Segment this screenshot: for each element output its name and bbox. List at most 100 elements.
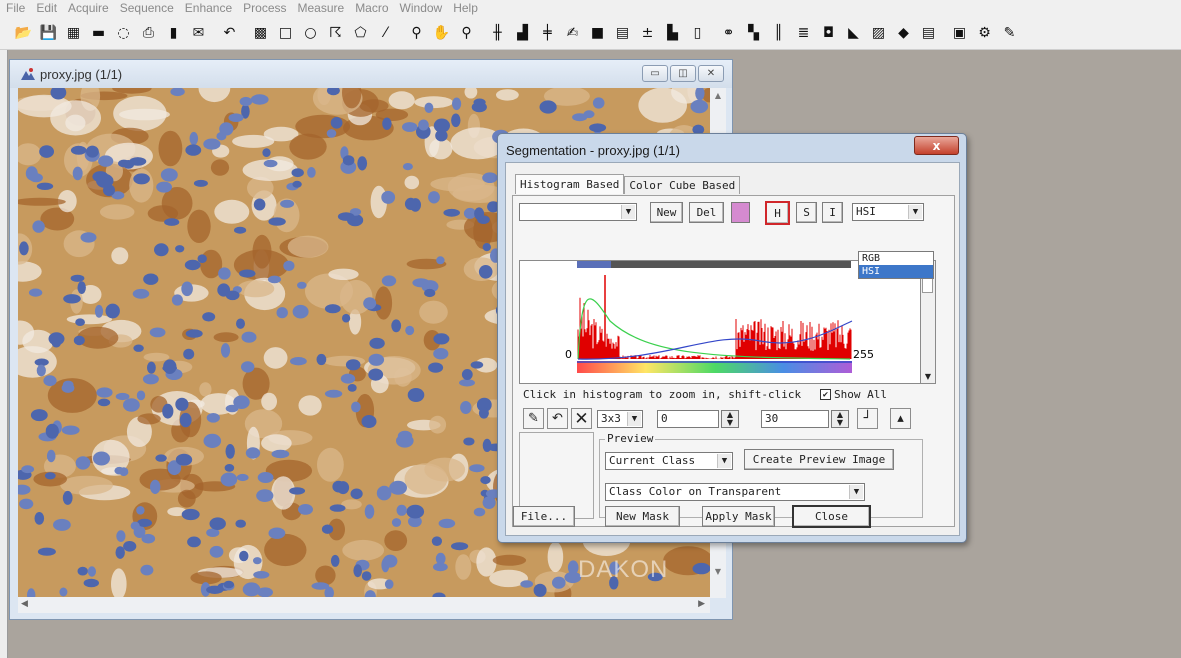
text-align-icon[interactable]: ≣ xyxy=(792,21,815,44)
histogram-max-label: 255 xyxy=(853,348,874,361)
menu-enhance[interactable]: Enhance xyxy=(185,1,232,15)
maximize-icon[interactable]: ◫ xyxy=(670,65,696,82)
signature-icon[interactable]: ✍ xyxy=(561,21,584,44)
thumbnails-icon[interactable]: ▦ xyxy=(62,21,85,44)
macro-icon[interactable]: ⚙ xyxy=(973,21,996,44)
show-all-checkbox[interactable]: ✔ Show All xyxy=(820,388,887,401)
rectangle-icon[interactable]: □ xyxy=(274,21,297,44)
ellipse-icon[interactable]: ○ xyxy=(299,21,322,44)
chevron-down-icon: ▼ xyxy=(849,485,863,499)
bar-chart-icon[interactable]: ▟ xyxy=(511,21,534,44)
low-value-stepper[interactable]: ▲ ▼ xyxy=(721,410,739,428)
menu-help[interactable]: Help xyxy=(453,1,478,15)
intensity-channel-button[interactable]: I xyxy=(822,202,843,223)
zoom-icon[interactable]: ⚲ xyxy=(405,21,428,44)
camera-icon[interactable]: ◘ xyxy=(817,21,840,44)
create-preview-image-button[interactable]: Create Preview Image xyxy=(744,449,894,470)
saturation-channel-button[interactable]: S xyxy=(796,202,817,223)
segmentation-dialog: Segmentation - proxy.jpg (1/1) x Histogr… xyxy=(497,133,967,543)
print-icon[interactable]: ⎙ xyxy=(137,21,160,44)
video-icon[interactable]: ▬ xyxy=(87,21,110,44)
grid-icon[interactable]: ╪ xyxy=(536,21,559,44)
envelope-icon[interactable]: ✉ xyxy=(187,21,210,44)
zoom-out-icon[interactable]: ⚲ xyxy=(455,21,478,44)
high-value-input[interactable]: 30 xyxy=(761,410,829,428)
threshold-marker-icon[interactable]: ┘ xyxy=(857,408,878,429)
lasso-icon[interactable]: ◌ xyxy=(112,21,135,44)
new-aoi-icon[interactable]: ▩ xyxy=(249,21,272,44)
preview-class-value: Current Class xyxy=(609,454,696,467)
cube-icon[interactable]: ◆ xyxy=(892,21,915,44)
tab-strip: Histogram Based Color Cube Based xyxy=(515,174,741,194)
tab-histogram-based[interactable]: Histogram Based xyxy=(515,174,625,194)
link-icon[interactable]: ⚭ xyxy=(717,21,740,44)
colorspace-dropdown-list[interactable]: RGB HSI xyxy=(858,251,934,279)
freeform-icon[interactable]: ☈ xyxy=(324,21,347,44)
checkbox-checked-icon: ✔ xyxy=(820,389,831,400)
menu-process[interactable]: Process xyxy=(243,1,286,15)
composite-icon[interactable]: ▣ xyxy=(948,21,971,44)
open-icon[interactable]: 📂 xyxy=(12,21,35,44)
preview-class-select[interactable]: Current Class ▼ xyxy=(605,452,733,470)
menu-file[interactable]: File xyxy=(6,1,25,15)
color-square-icon[interactable]: ■ xyxy=(586,21,609,44)
map-icon[interactable]: ▨ xyxy=(867,21,890,44)
gray-bar-icon[interactable]: ▯ xyxy=(686,21,709,44)
menu-measure[interactable]: Measure xyxy=(298,1,345,15)
pattern-icon[interactable]: ▤ xyxy=(611,21,634,44)
new-mask-button[interactable]: New Mask xyxy=(605,506,680,527)
save-icon[interactable]: 💾 xyxy=(37,21,60,44)
segmentation-close-button[interactable]: x xyxy=(914,136,959,155)
align-icon[interactable]: ║ xyxy=(767,21,790,44)
film-icon[interactable]: ▤ xyxy=(917,21,940,44)
hue-channel-button[interactable]: H xyxy=(765,201,790,225)
eyedropper-icon[interactable]: ✎ xyxy=(523,408,544,429)
plus-minus-icon[interactable]: ± xyxy=(636,21,659,44)
file-button[interactable]: File... xyxy=(513,506,575,527)
class-color-swatch[interactable] xyxy=(731,202,750,223)
colorspace-option-hsi[interactable]: HSI xyxy=(859,265,933,278)
horizontal-scrollbar[interactable]: ◀ ▶ xyxy=(18,597,710,613)
low-value-input[interactable]: 0 xyxy=(657,410,719,428)
left-edge xyxy=(0,50,8,658)
delete-class-button[interactable]: Del xyxy=(689,202,724,223)
close-icon[interactable]: ✕ xyxy=(698,65,724,82)
show-all-label: Show All xyxy=(834,388,887,401)
colorspace-option-rgb[interactable]: RGB xyxy=(859,252,933,265)
menu-macro[interactable]: Macro xyxy=(355,1,388,15)
wand-icon[interactable]: ⁄ xyxy=(374,21,397,44)
edit-icon[interactable]: ✎ xyxy=(998,21,1021,44)
close-button[interactable]: Close xyxy=(792,505,871,528)
calibrate-icon[interactable]: ╫ xyxy=(486,21,509,44)
line-chart-icon[interactable]: ◣ xyxy=(842,21,865,44)
menu-edit[interactable]: Edit xyxy=(36,1,57,15)
undo-icon[interactable]: ↶ xyxy=(547,408,568,429)
apply-mask-button[interactable]: Apply Mask xyxy=(702,506,775,527)
book-icon[interactable]: ▮ xyxy=(162,21,185,44)
kernel-select[interactable]: 3x3 ▼ xyxy=(597,410,643,428)
tab-color-cube-based[interactable]: Color Cube Based xyxy=(624,176,741,194)
clear-icon[interactable]: ✕ xyxy=(571,408,592,429)
high-value-stepper[interactable]: ▲ ▼ xyxy=(831,410,849,428)
image-window-titlebar[interactable]: proxy.jpg (1/1) ▭ ◫ ✕ xyxy=(10,60,732,88)
minimize-icon[interactable]: ▭ xyxy=(642,65,668,82)
menubar: File Edit Acquire Sequence Enhance Process Mea… xyxy=(0,0,1181,16)
segmentation-title: Segmentation - proxy.jpg (1/1) xyxy=(506,143,680,158)
preview-group-label: Preview xyxy=(605,432,656,445)
polygon-icon[interactable]: ⬠ xyxy=(349,21,372,44)
menu-sequence[interactable]: Sequence xyxy=(120,1,174,15)
histogram-panel: ▼ New Del H S I HSI ▼ 0 255 ▼ RGB HSI Cl… xyxy=(512,195,955,527)
menu-window[interactable]: Window xyxy=(400,1,443,15)
auto-threshold-icon[interactable]: ▴ xyxy=(890,408,911,429)
workspace-bottom xyxy=(8,626,1181,658)
colorspace-select[interactable]: HSI ▼ xyxy=(852,203,924,221)
histogram-icon[interactable]: ▙ xyxy=(661,21,684,44)
statistics-icon[interactable]: ▚ xyxy=(742,21,765,44)
preview-mode-select[interactable]: Class Color on Transparent ▼ xyxy=(605,483,865,501)
new-class-button[interactable]: New xyxy=(650,202,683,223)
class-select[interactable]: ▼ xyxy=(519,203,637,221)
segmentation-body: Histogram Based Color Cube Based ▼ New D… xyxy=(505,162,960,536)
pan-icon[interactable]: ✋ xyxy=(430,21,453,44)
menu-acquire[interactable]: Acquire xyxy=(68,1,109,15)
undo-icon[interactable]: ↶ xyxy=(218,21,241,44)
